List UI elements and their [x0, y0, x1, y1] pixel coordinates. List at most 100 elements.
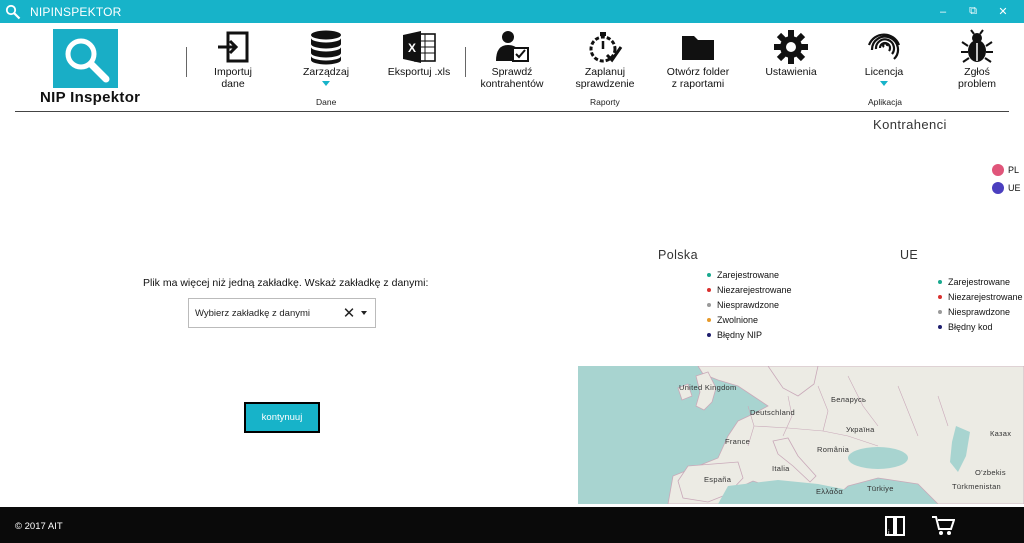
legend-pl: PL — [992, 164, 1019, 176]
app-search-icon — [2, 1, 24, 23]
legend-item: Zarejestrowane — [707, 267, 792, 282]
map-label: France — [725, 437, 751, 446]
legend-pl-dot — [992, 164, 1004, 176]
license-label: Licencja — [864, 66, 904, 78]
footer: © 2017 AIT i — [0, 507, 1024, 543]
legend-item-label: Niezarejestrowane — [948, 291, 1023, 302]
ribbon-separator — [186, 47, 187, 77]
kontrahenci-title: Kontrahenci — [873, 117, 947, 132]
legend-item-label: Niezarejestrowane — [717, 284, 792, 295]
group-label-raporty: Raporty — [590, 97, 620, 107]
window-title: NIPINSPEKTOR — [30, 4, 122, 19]
legend-ue-dot — [992, 182, 1004, 194]
legend-item: Niezarejestrowane — [707, 282, 792, 297]
legend-item: Zarejestrowane — [938, 274, 1023, 289]
manage-button[interactable]: Zarządzaj — [281, 28, 371, 86]
map-label: United Kingdom — [679, 383, 737, 392]
sheet-select-placeholder: Wybierz zakładkę z danymi — [195, 307, 311, 319]
settings-label: Ustawienia — [765, 66, 817, 78]
map-label: Italia — [772, 464, 790, 473]
sheet-select-prompt: Plik ma więcej niż jedną zakładkę. Wskaż… — [143, 277, 429, 289]
continue-button[interactable]: kontynuuj — [244, 402, 320, 433]
group-label-aplikacja: Aplikacja — [868, 97, 903, 107]
check-contractors-label: Sprawdź kontrahentów — [480, 66, 544, 90]
polska-title: Polska — [658, 248, 698, 262]
map-label: Ελλάδα — [816, 487, 844, 496]
user-check-icon — [467, 28, 557, 66]
status-dot — [938, 294, 942, 299]
database-icon — [281, 28, 371, 66]
ue-title: UE — [900, 248, 919, 262]
stopwatch-check-icon — [560, 28, 650, 66]
restore-button[interactable]: ⧉ — [958, 5, 988, 18]
report-problem-label: Zgłoś problem — [958, 66, 996, 90]
import-icon — [188, 28, 278, 66]
sheet-select[interactable]: Wybierz zakładkę z danymi ✕ — [188, 298, 376, 328]
map-label: România — [817, 445, 850, 454]
map-label: Deutschland — [750, 408, 795, 417]
legend-pl-label: PL — [1008, 165, 1020, 175]
check-contractors-button[interactable]: Sprawdź kontrahentów — [467, 28, 557, 90]
status-dot — [707, 332, 711, 337]
map[interactable]: United Kingdom Deutschland Беларусь Fran… — [578, 366, 1024, 504]
cart-icon[interactable] — [930, 514, 956, 538]
legend-ue-label: UE — [1008, 183, 1021, 193]
schedule-check-label: Zaplanuj sprawdzenie — [575, 66, 635, 90]
chevron-down-icon[interactable] — [361, 311, 367, 315]
gear-icon — [746, 28, 836, 66]
map-label: Казах — [990, 429, 1012, 438]
magnifier-logo-icon — [65, 38, 109, 82]
license-button[interactable]: Licencja — [839, 28, 929, 86]
legend-item-label: Błędny kod — [948, 321, 993, 332]
legend-item-label: Niesprawdzone — [948, 306, 1011, 317]
ribbon-divider — [15, 111, 1009, 112]
folder-icon — [653, 28, 743, 66]
chevron-down-icon — [322, 81, 330, 86]
bug-icon — [932, 28, 1022, 66]
legend-item: Błędny kod — [938, 319, 1023, 334]
map-label: O'zbekis — [975, 468, 1006, 477]
status-dot — [707, 302, 711, 307]
legend-item: Zwolnione — [707, 312, 792, 327]
map-label: España — [704, 475, 732, 484]
manual-book-icon[interactable]: i — [882, 514, 908, 538]
legend-item-label: Niesprawdzone — [717, 299, 780, 310]
legend-item-label: Błędny NIP — [717, 329, 763, 340]
polska-legend: Zarejestrowane Niezarejestrowane Niespra… — [707, 267, 792, 342]
report-problem-button[interactable]: Zgłoś problem — [932, 28, 1022, 90]
status-dot — [938, 279, 942, 284]
schedule-check-button[interactable]: Zaplanuj sprawdzenie — [560, 28, 650, 90]
import-data-button[interactable]: Importuj dane — [188, 28, 278, 90]
manage-label: Zarządzaj — [302, 66, 350, 78]
ue-legend: Zarejestrowane Niezarejestrowane Niespra… — [938, 274, 1023, 334]
export-xls-label: Eksportuj .xls — [387, 66, 451, 78]
status-dot — [938, 309, 942, 314]
legend-item-label: Zwolnione — [717, 314, 759, 325]
close-button[interactable]: ✕ — [988, 5, 1018, 18]
legend-item: Niesprawdzone — [938, 304, 1023, 319]
map-label: Türkiye — [867, 484, 894, 493]
group-label-dane: Dane — [316, 97, 337, 107]
ribbon-separator — [465, 47, 466, 77]
legend-item: Niesprawdzone — [707, 297, 792, 312]
export-xls-button[interactable]: X Eksportuj .xls — [374, 28, 464, 78]
settings-button[interactable]: Ustawienia — [746, 28, 836, 78]
copyright-text: © 2017 AIT — [15, 521, 63, 532]
logo-text: NIP Inspektor — [40, 89, 141, 106]
legend-ue: UE — [992, 182, 1021, 194]
legend-item: Błędny NIP — [707, 327, 792, 342]
legend-item: Niezarejestrowane — [938, 289, 1023, 304]
svg-text:X: X — [408, 41, 416, 55]
status-dot — [707, 317, 711, 322]
excel-icon: X — [374, 28, 464, 66]
open-reports-folder-label: Otwórz folder z raportami — [666, 66, 730, 90]
chevron-down-icon — [880, 81, 888, 86]
map-label: Беларусь — [831, 395, 867, 404]
minimize-button[interactable]: – — [928, 6, 958, 18]
import-data-label: Importuj dane — [214, 66, 252, 90]
open-reports-folder-button[interactable]: Otwórz folder z raportami — [653, 28, 743, 90]
clear-icon[interactable]: ✕ — [341, 304, 357, 322]
window-controls: – ⧉ ✕ — [928, 0, 1018, 23]
status-dot — [707, 287, 711, 292]
map-label: Україна — [846, 425, 875, 434]
